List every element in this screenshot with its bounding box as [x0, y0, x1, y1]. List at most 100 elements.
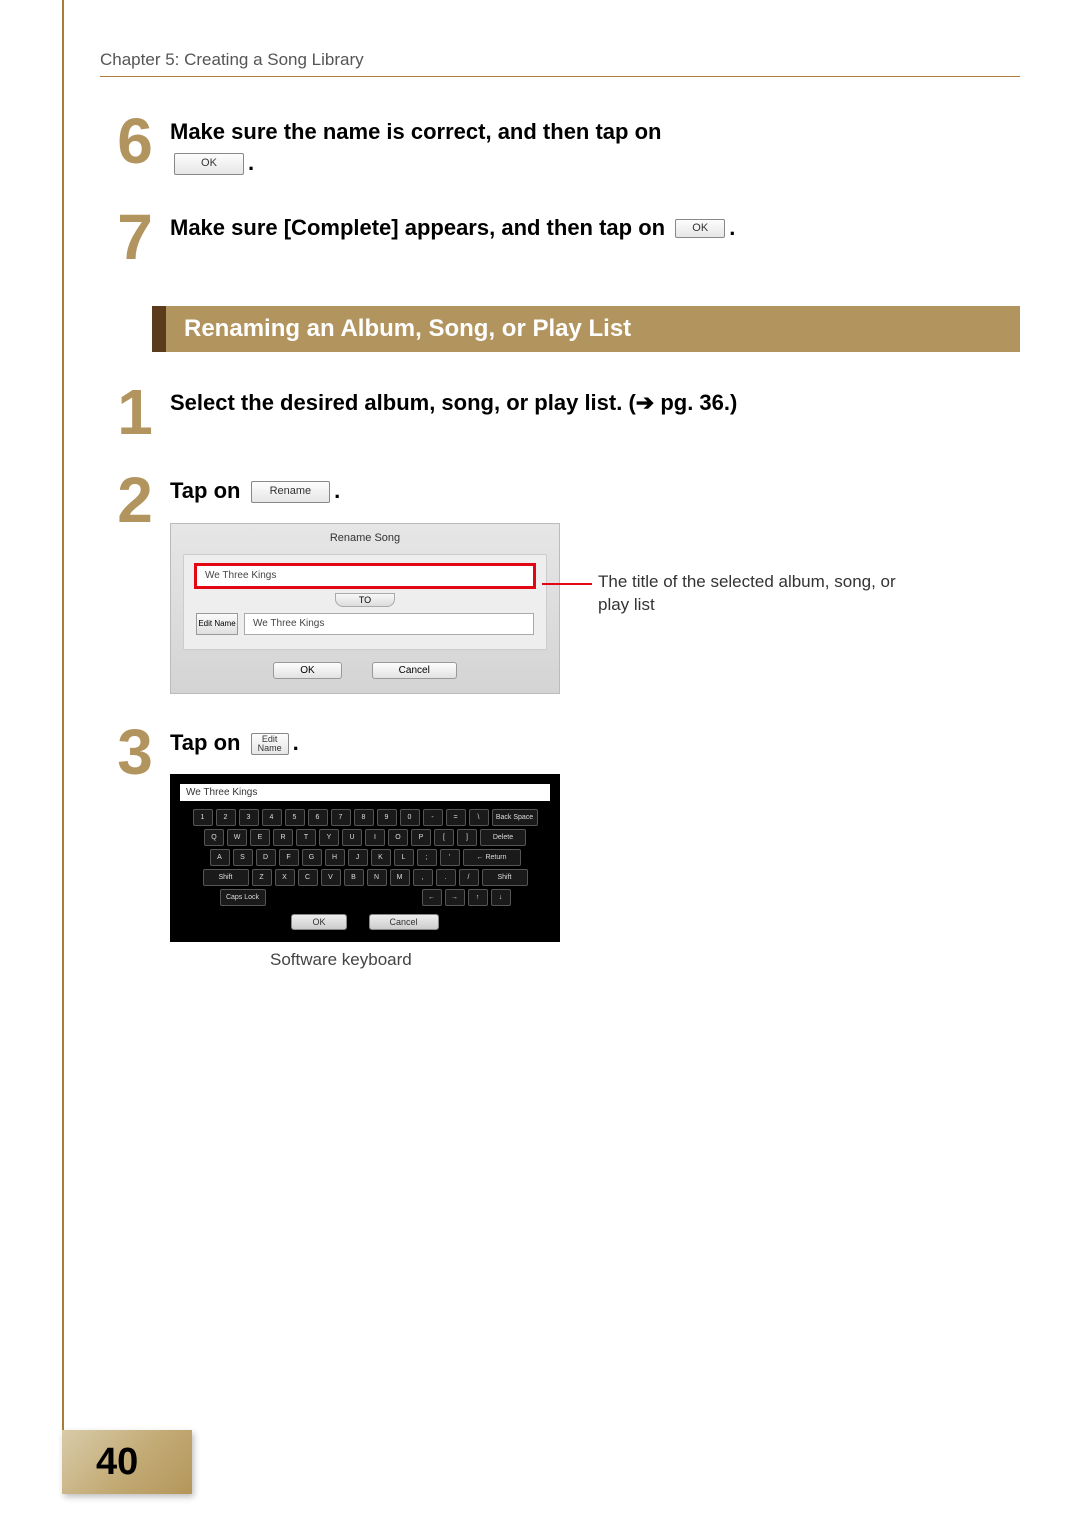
keyboard-key[interactable]: 6	[308, 809, 328, 826]
keyboard-key[interactable]: 8	[354, 809, 374, 826]
keyboard-ok-button[interactable]: OK	[291, 914, 346, 930]
step-text-before: Make sure the name is correct, and then …	[170, 119, 661, 144]
keyboard-key[interactable]: .	[436, 869, 456, 886]
keyboard-key[interactable]: A	[210, 849, 230, 866]
keyboard-key[interactable]: O	[388, 829, 408, 846]
dialog-cancel-button[interactable]: Cancel	[372, 662, 457, 679]
keyboard-key[interactable]: ← Return	[463, 849, 521, 866]
keyboard-key[interactable]: Delete	[480, 829, 526, 846]
dialog-title: Rename Song	[183, 532, 547, 544]
keyboard-key[interactable]: D	[256, 849, 276, 866]
edit-name-button[interactable]: Edit Name	[196, 613, 238, 635]
callout-text: The title of the selected album, song, o…	[598, 571, 928, 617]
edit-name-button[interactable]: Edit Name	[251, 733, 289, 755]
keyboard-key[interactable]: V	[321, 869, 341, 886]
step-1: 1 Select the desired album, song, or pla…	[100, 384, 1020, 442]
keyboard-key[interactable]: J	[348, 849, 368, 866]
section-title: Renaming an Album, Song, or Play List	[166, 306, 1020, 352]
keyboard-key[interactable]: I	[365, 829, 385, 846]
step-text-before: Tap on	[170, 478, 247, 503]
rename-dialog-figure: Rename Song We Three Kings TO Edit Name …	[170, 523, 1020, 694]
keyboard-key[interactable]: X	[275, 869, 295, 886]
step-text: Make sure [Complete] appears, and then t…	[170, 213, 1020, 244]
keyboard-key[interactable]: B	[344, 869, 364, 886]
rename-dialog: Rename Song We Three Kings TO Edit Name …	[170, 523, 560, 694]
page-number: 40	[96, 1441, 138, 1484]
step-text-after: .	[248, 150, 254, 175]
step-text: Tap on Rename.	[170, 476, 1020, 507]
keyboard-row-4: ShiftZXCVBNM,./Shift	[180, 869, 550, 886]
keyboard-key[interactable]: Caps Lock	[220, 889, 266, 906]
keyboard-key[interactable]: ,	[413, 869, 433, 886]
to-name-field[interactable]: We Three Kings	[244, 613, 534, 635]
keyboard-key[interactable]: Y	[319, 829, 339, 846]
keyboard-key[interactable]: S	[233, 849, 253, 866]
page-vertical-rule	[62, 0, 64, 1460]
keyboard-key[interactable]: ←	[422, 889, 442, 906]
keyboard-key[interactable]: 4	[262, 809, 282, 826]
keyboard-key[interactable]: 3	[239, 809, 259, 826]
ok-button[interactable]: OK	[174, 153, 244, 174]
keyboard-key[interactable]: ;	[417, 849, 437, 866]
keyboard-key[interactable]: U	[342, 829, 362, 846]
keyboard-caption: Software keyboard	[270, 950, 1020, 970]
step-text-after: .	[334, 478, 340, 503]
keyboard-key[interactable]: Q	[204, 829, 224, 846]
keyboard-cancel-button[interactable]: Cancel	[369, 914, 439, 930]
keyboard-key[interactable]: ↑	[468, 889, 488, 906]
keyboard-key[interactable]: K	[371, 849, 391, 866]
keyboard-key[interactable]: H	[325, 849, 345, 866]
keyboard-key[interactable]: Z	[252, 869, 272, 886]
dialog-ok-button[interactable]: OK	[273, 662, 341, 679]
keyboard-key[interactable]: '	[440, 849, 460, 866]
keyboard-row-1: 1234567890-=\Back Space	[180, 809, 550, 826]
step-3: 3 Tap on Edit Name. We Three Kings 12345…	[100, 724, 1020, 971]
ok-button[interactable]: OK	[675, 219, 725, 238]
keyboard-key[interactable]: R	[273, 829, 293, 846]
keyboard-key[interactable]: [	[434, 829, 454, 846]
keyboard-key[interactable]: =	[446, 809, 466, 826]
keyboard-key[interactable]: F	[279, 849, 299, 866]
keyboard-key[interactable]: C	[298, 869, 318, 886]
keyboard-key[interactable]: 2	[216, 809, 236, 826]
step-text-before: Make sure [Complete] appears, and then t…	[170, 215, 671, 240]
keyboard-key[interactable]: P	[411, 829, 431, 846]
keyboard-key[interactable]: ]	[457, 829, 477, 846]
keyboard-key[interactable]: →	[445, 889, 465, 906]
keyboard-key[interactable]: T	[296, 829, 316, 846]
keyboard-key[interactable]: E	[250, 829, 270, 846]
keyboard-key[interactable]: -	[423, 809, 443, 826]
rename-button[interactable]: Rename	[251, 481, 331, 502]
keyboard-key[interactable]: 1	[193, 809, 213, 826]
keyboard-text-field[interactable]: We Three Kings	[180, 784, 550, 801]
step-text-after: .	[293, 730, 299, 755]
step-number: 7	[100, 209, 170, 267]
chapter-header: Chapter 5: Creating a Song Library	[100, 50, 1020, 77]
keyboard-key[interactable]: N	[367, 869, 387, 886]
keyboard-key[interactable]: \	[469, 809, 489, 826]
keyboard-key[interactable]: L	[394, 849, 414, 866]
keyboard-key[interactable]: 5	[285, 809, 305, 826]
keyboard-key[interactable]: Shift	[203, 869, 249, 886]
step-text: Select the desired album, song, or play …	[170, 388, 1020, 419]
step-text-after: .	[729, 215, 735, 240]
keyboard-key[interactable]: /	[459, 869, 479, 886]
keyboard-key[interactable]: W	[227, 829, 247, 846]
keyboard-key[interactable]: 0	[400, 809, 420, 826]
keyboard-key[interactable]: ↓	[491, 889, 511, 906]
from-name-field[interactable]: We Three Kings	[196, 565, 534, 587]
keyboard-key[interactable]: M	[390, 869, 410, 886]
step-number: 3	[100, 724, 170, 782]
keyboard-key[interactable]: 9	[377, 809, 397, 826]
keyboard-row-2: QWERTYUIOP[]Delete	[180, 829, 550, 846]
page-content: Chapter 5: Creating a Song Library 6 Mak…	[100, 50, 1020, 1000]
keyboard-key[interactable]: 7	[331, 809, 351, 826]
page-number-badge: 40	[62, 1430, 192, 1494]
callout-leader-line	[542, 583, 592, 585]
keyboard-row-3: ASDFGHJKL;'← Return	[180, 849, 550, 866]
to-label: TO	[335, 593, 395, 607]
keyboard-key[interactable]: G	[302, 849, 322, 866]
keyboard-key[interactable]: Shift	[482, 869, 528, 886]
keyboard-key[interactable]: Back Space	[492, 809, 538, 826]
step-number: 1	[100, 384, 170, 442]
